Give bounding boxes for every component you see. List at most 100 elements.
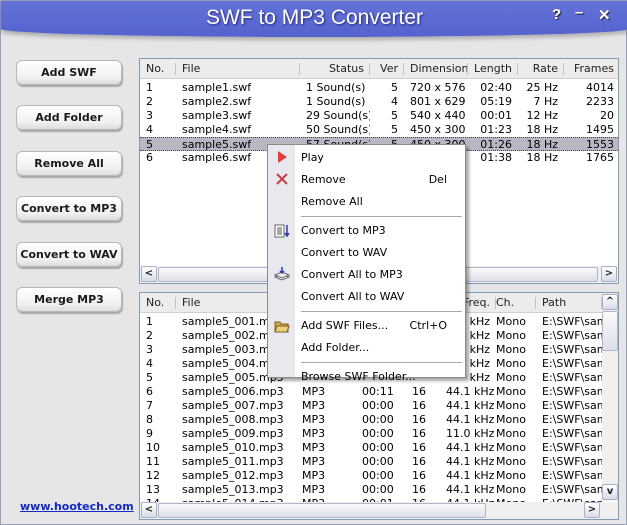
scroll-right-button[interactable]: >: [601, 266, 617, 282]
cell-length: 00:01: [480, 109, 512, 122]
swf-list-row[interactable]: 2 sample2.swf 1 Sound(s) 4 801 x 629 05:19 7 H…: [140, 95, 618, 109]
convert-icon: [274, 223, 290, 239]
menu-item-convert-all-to-wav[interactable]: Convert All to WAV: [268, 286, 465, 308]
title-bar: SWF to MP3 Converter ? – ✕: [1, 1, 627, 37]
sound-list-vscrollbar[interactable]: ^ v: [602, 294, 618, 501]
scroll-left-button[interactable]: <: [141, 502, 157, 518]
scroll-down-button[interactable]: v: [602, 484, 618, 500]
sound-list-row[interactable]: 13 sample5_013.mp3 MP3 00:00 16 44.1 kHz Mono E…: [140, 483, 618, 497]
cell-length: 02:40: [480, 81, 512, 94]
cell-bits: 16: [412, 441, 426, 454]
column-header-dimension[interactable]: Dimension: [404, 59, 468, 79]
cell-no: 6: [146, 151, 153, 164]
cell-path: E:\SWF\samp: [542, 413, 602, 426]
sound-list-hscrollbar[interactable]: < >: [140, 502, 618, 519]
convert-to-mp3-button[interactable]: Convert to MP3: [16, 196, 122, 221]
column-header-rate[interactable]: Rate: [518, 59, 564, 79]
swf-list-row[interactable]: 1 sample1.swf 1 Sound(s) 5 720 x 576 02:40 25 …: [140, 81, 618, 95]
cell-channels: Mono: [496, 469, 526, 482]
column-header-channels[interactable]: Ch.: [490, 293, 536, 313]
add-folder-button[interactable]: Add Folder: [16, 105, 122, 130]
open-folder-icon: [274, 318, 290, 334]
cell-dimension: 540 x 440: [410, 109, 466, 122]
menu-item-shortcut: Ctrl+O: [409, 319, 447, 332]
scroll-thumb[interactable]: [602, 311, 618, 351]
column-header-no[interactable]: No.: [140, 59, 176, 79]
menu-separator: [301, 311, 462, 312]
cell-file: sample5_012.mp3: [182, 469, 284, 482]
menu-item-add-folder[interactable]: Add Folder...: [268, 337, 465, 359]
cell-bits: 16: [412, 469, 426, 482]
scroll-left-button[interactable]: <: [141, 266, 157, 282]
menu-item-play[interactable]: Play: [268, 147, 465, 169]
cell-file: sample5_009.mp3: [182, 427, 284, 440]
cell-no: 10: [146, 441, 160, 454]
cell-no: 4: [146, 123, 153, 136]
cell-bits: 16: [412, 483, 426, 496]
cell-type: MP3: [302, 427, 326, 440]
swf-list-row[interactable]: 4 sample4.swf 50 Sound(s) 5 450 x 300 01:23 18…: [140, 123, 618, 137]
cell-length: 00:00: [362, 469, 394, 482]
cell-channels: Mono: [496, 357, 526, 370]
menu-item-convert-to-mp3[interactable]: Convert to MP3: [268, 220, 465, 242]
remove-all-button[interactable]: Remove All: [16, 151, 122, 176]
column-header-no[interactable]: No.: [140, 293, 176, 313]
menu-separator: [301, 216, 462, 217]
sound-list-row[interactable]: 9 sample5_009.mp3 MP3 00:00 16 11.0 kHz Mono E:…: [140, 427, 618, 441]
cell-channels: Mono: [496, 413, 526, 426]
cell-status: 1 Sound(s): [306, 95, 366, 108]
cell-freq: 44.1 kHz: [446, 469, 495, 482]
column-header-file[interactable]: File: [176, 59, 300, 79]
convert-to-wav-button[interactable]: Convert to WAV: [16, 242, 122, 267]
scroll-up-button[interactable]: ^: [602, 294, 618, 310]
sound-list-row[interactable]: 10 sample5_010.mp3 MP3 00:00 16 44.1 kHz Mono E…: [140, 441, 618, 455]
cell-no: 9: [146, 427, 153, 440]
sound-list-row[interactable]: 8 sample5_008.mp3 MP3 00:00 16 44.1 kHz Mono E:…: [140, 413, 618, 427]
merge-mp3-button[interactable]: Merge MP3: [16, 287, 122, 312]
swf-list-row[interactable]: 3 sample3.swf 29 Sound(s) 5 540 x 440 00:01 12…: [140, 109, 618, 123]
cell-dimension: 720 x 576: [410, 81, 466, 94]
cell-status: 29 Sound(s): [306, 109, 370, 122]
cell-length: 00:00: [362, 441, 394, 454]
cell-bits: 16: [412, 413, 426, 426]
sound-list-row[interactable]: 12 sample5_012.mp3 MP3 00:00 16 44.1 kHz Mono E…: [140, 469, 618, 483]
menu-item-remove-all[interactable]: Remove All: [268, 191, 465, 213]
cell-no: 12: [146, 469, 160, 482]
cell-freq: 44.1 kHz: [446, 441, 495, 454]
cell-file: sample5_008.mp3: [182, 413, 284, 426]
column-header-path[interactable]: Path: [536, 293, 602, 313]
convert-all-icon: [273, 267, 291, 283]
menu-item-add-swf-files[interactable]: Add SWF Files... Ctrl+O: [268, 315, 465, 337]
menu-item-remove[interactable]: Remove Del: [268, 169, 465, 191]
column-header-status[interactable]: Status: [300, 59, 370, 79]
menu-item-convert-to-wav[interactable]: Convert to WAV: [268, 242, 465, 264]
cell-channels: Mono: [496, 385, 526, 398]
cell-path: E:\SWF\samp: [542, 427, 602, 440]
column-header-length[interactable]: Length: [468, 59, 518, 79]
close-icon[interactable]: ✕: [598, 6, 611, 24]
scroll-thumb[interactable]: [158, 503, 486, 518]
cell-channels: Mono: [496, 343, 526, 356]
sound-list-row[interactable]: 7 sample5_007.mp3 MP3 00:00 16 44.1 kHz Mono E:…: [140, 399, 618, 413]
menu-item-label: Remove All: [301, 195, 363, 208]
website-link[interactable]: www.hootech.com: [20, 500, 134, 513]
menu-item-label: Add Folder...: [301, 341, 370, 354]
help-icon[interactable]: ?: [552, 6, 561, 23]
cell-length: 00:00: [362, 483, 394, 496]
menu-item-convert-all-to-mp3[interactable]: Convert All to MP3: [268, 264, 465, 286]
add-swf-button[interactable]: Add SWF: [16, 60, 122, 85]
cell-path: E:\SWF\samp: [542, 469, 602, 482]
cell-no: 6: [146, 385, 153, 398]
cell-frames: 2233: [586, 95, 614, 108]
menu-item-browse-swf-folder[interactable]: Browse SWF Folder...: [268, 366, 465, 388]
context-menu: Play Remove Del Remove All Convert to MP3 Con…: [267, 144, 466, 383]
sound-list-row[interactable]: 11 sample5_011.mp3 MP3 00:00 16 44.1 kHz Mono E…: [140, 455, 618, 469]
cell-length: 01:23: [480, 123, 512, 136]
cell-rate: 25 Hz: [526, 81, 558, 94]
cell-type: MP3: [302, 441, 326, 454]
cell-path: E:\SWF\samp: [542, 315, 602, 328]
minimize-icon[interactable]: –: [575, 4, 583, 21]
column-header-ver[interactable]: Ver: [370, 59, 404, 79]
scroll-right-button[interactable]: >: [584, 502, 600, 518]
column-header-frames[interactable]: Frames: [564, 59, 618, 79]
